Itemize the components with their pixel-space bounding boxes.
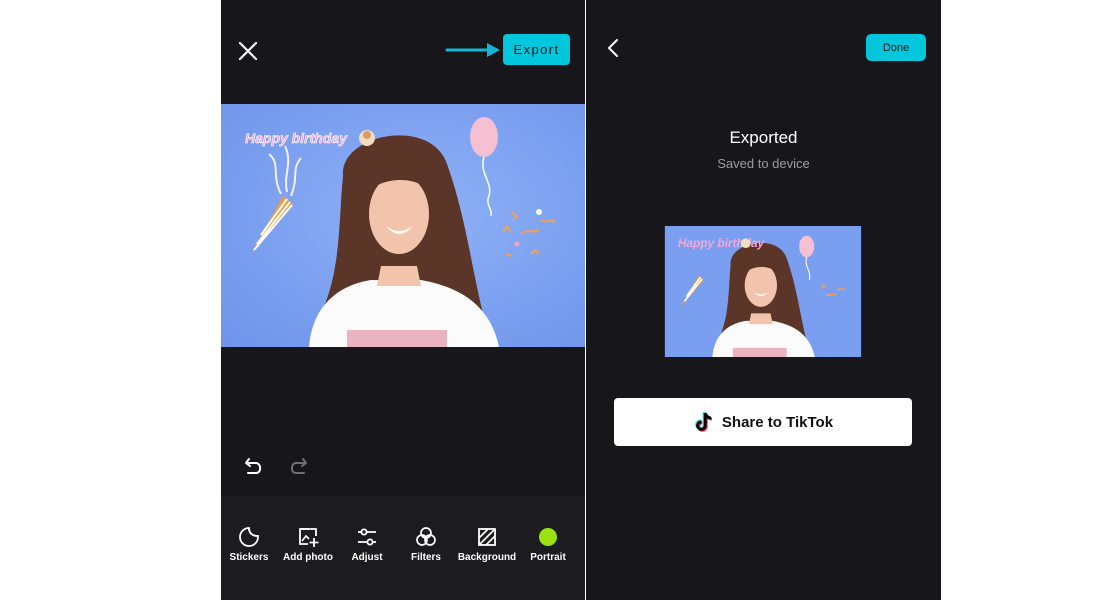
exported-thumbnail: Happy birthday [664, 226, 862, 357]
redo-icon[interactable] [287, 454, 309, 476]
birthday-sticker-text[interactable]: Happy birthday [245, 130, 349, 147]
share-button-label: Share to TikTok [721, 413, 834, 431]
export-button[interactable]: Export [503, 34, 570, 65]
portrait-dot-icon [539, 528, 557, 546]
tool-stickers[interactable]: Stickers [221, 526, 280, 563]
export-status-subtitle: Saved to device [717, 156, 810, 171]
thumbnail-sticker-text: Happy birthday [678, 236, 766, 250]
tool-label: Background [457, 552, 517, 563]
export-status-title: Exported [729, 128, 798, 147]
share-to-tiktok-button[interactable]: Share to TikTok [614, 398, 912, 446]
tiktok-logo-icon [695, 411, 713, 432]
tool-add-photo[interactable]: Add photo [277, 526, 339, 563]
add-photo-icon [299, 528, 319, 547]
adjust-sliders-icon [358, 528, 376, 546]
done-button[interactable]: Done [866, 34, 926, 61]
tool-portrait[interactable]: Portrait [517, 526, 579, 563]
back-chevron-icon[interactable] [606, 37, 620, 59]
tool-label: Add photo [283, 552, 333, 563]
close-icon[interactable] [237, 40, 259, 62]
photo-canvas[interactable]: Happy birthday [221, 104, 585, 347]
tool-label: Stickers [229, 552, 269, 563]
export-screen: Done Exported Saved to device Happy birt… [586, 0, 941, 600]
tool-label: Adjust [351, 552, 383, 563]
tool-adjust[interactable]: Adjust [336, 526, 398, 563]
undo-icon[interactable] [243, 454, 265, 476]
sticker-icon [239, 527, 259, 547]
tool-filters[interactable]: Filters [395, 526, 457, 563]
tool-label: Filters [410, 552, 441, 563]
background-icon [478, 528, 496, 546]
tool-label: Portrait [530, 552, 566, 563]
editor-screen: Export Happy birthday Stickers Add photo… [221, 0, 585, 600]
pointer-arrow-icon [445, 43, 500, 57]
filters-icon [416, 527, 436, 546]
editor-toolbar: Stickers Add photo Adjust Filters Backgr… [221, 496, 585, 600]
tool-background[interactable]: Background [456, 526, 518, 563]
